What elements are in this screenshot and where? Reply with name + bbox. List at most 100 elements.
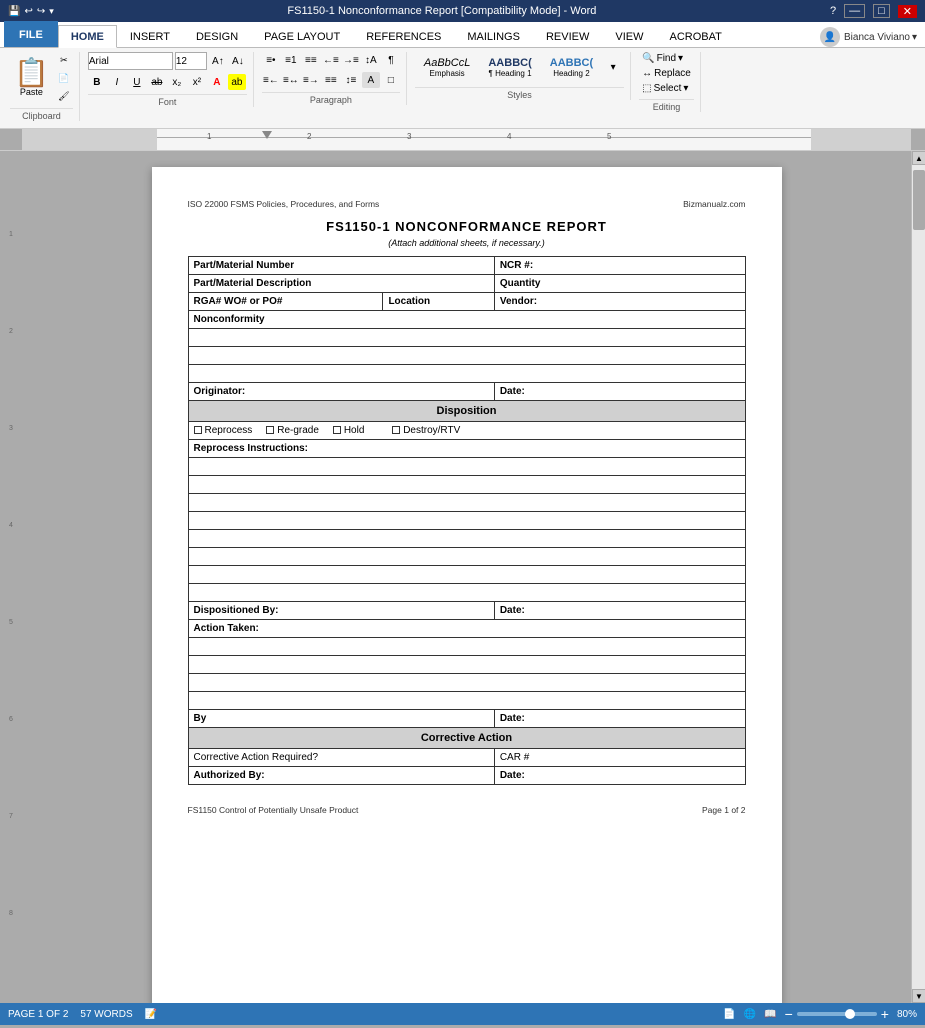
- redo-icon[interactable]: ↪: [37, 6, 45, 17]
- decrease-indent-button[interactable]: ←≡: [322, 52, 340, 68]
- view-print-icon[interactable]: 📄: [723, 1009, 735, 1020]
- table-row-corrective-header: Corrective Action: [188, 728, 745, 749]
- scroll-track[interactable]: [912, 165, 925, 989]
- shading-button[interactable]: A: [362, 72, 380, 88]
- footer-right: Page 1 of 2: [702, 805, 745, 815]
- editing-group: 🔍 Find ▾ ↔ Replace ⬚ Select ▾ Editing: [633, 52, 701, 112]
- tab-insert[interactable]: INSERT: [117, 25, 183, 47]
- format-painter-button[interactable]: 🖌: [55, 88, 73, 104]
- table-row: [188, 347, 745, 365]
- style-heading1-label: ¶ Heading 1: [489, 69, 532, 78]
- line-spacing-button[interactable]: ↕≡: [342, 72, 360, 88]
- proofing-icon[interactable]: 📝: [145, 1009, 157, 1020]
- save-icon[interactable]: 💾: [8, 6, 20, 17]
- zoom-control[interactable]: − + 80%: [785, 1006, 917, 1022]
- destroy-label: Destroy/RTV: [403, 425, 460, 436]
- justify-button[interactable]: ≡≡: [322, 72, 340, 88]
- ruler: 1 2 3 4 5: [0, 129, 925, 151]
- styles-more-button[interactable]: ▾: [604, 60, 622, 76]
- zoom-thumb[interactable]: [845, 1009, 855, 1019]
- paragraph-group: ≡• ≡1 ≡≡ ←≡ →≡ ↕A ¶ ≡← ≡↔ ≡→ ≡≡ ↕≡ A □: [256, 52, 407, 105]
- user-dropdown-icon[interactable]: ▾: [912, 32, 917, 43]
- replace-label: Replace: [654, 68, 691, 79]
- view-web-icon[interactable]: 🌐: [744, 1009, 756, 1020]
- align-right-button[interactable]: ≡→: [302, 72, 320, 88]
- scroll-up-button[interactable]: ▲: [912, 151, 925, 165]
- tab-review[interactable]: REVIEW: [533, 25, 602, 47]
- left-margin: 1 2 3 4 5 6 7 8: [0, 151, 22, 1003]
- view-read-icon[interactable]: 📖: [764, 1009, 776, 1020]
- disp-date-label: Date:: [494, 602, 745, 620]
- style-heading1[interactable]: AABBC( ¶ Heading 1: [481, 54, 538, 81]
- table-row: [188, 638, 745, 656]
- find-button[interactable]: 🔍 Find ▾: [639, 52, 694, 65]
- page-info: PAGE 1 OF 2: [8, 1009, 68, 1020]
- disposition-header: Disposition: [188, 401, 745, 422]
- close-button[interactable]: ✕: [898, 5, 917, 18]
- word-count: 57 WORDS: [80, 1009, 132, 1020]
- zoom-in-button[interactable]: +: [881, 1006, 889, 1022]
- increase-font-button[interactable]: A↑: [209, 53, 227, 69]
- ribbon: FILE HOME INSERT DESIGN PAGE LAYOUT REFE…: [0, 22, 925, 129]
- table-row: [188, 584, 745, 602]
- undo-icon[interactable]: ↩: [24, 6, 32, 17]
- decrease-font-button[interactable]: A↓: [229, 53, 247, 69]
- tab-references[interactable]: REFERENCES: [353, 25, 454, 47]
- tab-design[interactable]: DESIGN: [183, 25, 251, 47]
- italic-button[interactable]: I: [108, 74, 126, 90]
- tab-home[interactable]: HOME: [58, 25, 117, 48]
- superscript-button[interactable]: x²: [188, 74, 206, 90]
- ribbon-tabs: FILE HOME INSERT DESIGN PAGE LAYOUT REFE…: [0, 22, 925, 48]
- style-heading2[interactable]: AABBC( Heading 2: [543, 54, 600, 81]
- maximize-button[interactable]: □: [873, 4, 890, 18]
- table-row: [188, 365, 745, 383]
- show-marks-button[interactable]: ¶: [382, 52, 400, 68]
- align-center-button[interactable]: ≡↔: [282, 72, 300, 88]
- highlight-button[interactable]: ab: [228, 74, 246, 90]
- increase-indent-button[interactable]: →≡: [342, 52, 360, 68]
- cut-button[interactable]: ✂: [55, 52, 73, 68]
- tab-file[interactable]: FILE: [4, 21, 58, 47]
- reprocess-label: Reprocess: [205, 425, 253, 436]
- sort-button[interactable]: ↕A: [362, 52, 380, 68]
- copy-button[interactable]: 📄: [55, 70, 73, 86]
- style-heading2-sample: AABBC(: [550, 57, 593, 69]
- scroll-thumb[interactable]: [913, 170, 925, 230]
- doc-footer: FS1150 Control of Potentially Unsafe Pro…: [188, 805, 746, 815]
- align-left-button[interactable]: ≡←: [262, 72, 280, 88]
- zoom-slider[interactable]: [797, 1012, 877, 1016]
- title-bar: 💾 ↩ ↪ ▾ FS1150-1 Nonconformance Report […: [0, 0, 925, 22]
- header-left: ISO 22000 FSMS Policies, Procedures, and…: [188, 199, 380, 209]
- font-color-button[interactable]: A: [208, 74, 226, 90]
- strikethrough-button[interactable]: ab: [148, 74, 166, 90]
- paste-button[interactable]: 📋 Paste: [10, 57, 53, 99]
- numbering-button[interactable]: ≡1: [282, 52, 300, 68]
- subscript-button[interactable]: x₂: [168, 74, 186, 90]
- font-name-input[interactable]: [88, 52, 173, 70]
- scroll-down-button[interactable]: ▼: [912, 989, 925, 1003]
- font-size-input[interactable]: [175, 52, 207, 70]
- border-button[interactable]: □: [382, 72, 400, 88]
- doc-header: ISO 22000 FSMS Policies, Procedures, and…: [188, 199, 746, 209]
- multilevel-list-button[interactable]: ≡≡: [302, 52, 320, 68]
- minimize-button[interactable]: —: [844, 4, 865, 18]
- scroll-area[interactable]: ISO 22000 FSMS Policies, Procedures, and…: [22, 151, 911, 1003]
- bullets-button[interactable]: ≡•: [262, 52, 280, 68]
- tab-mailings[interactable]: MAILINGS: [454, 25, 533, 47]
- select-button[interactable]: ⬚ Select ▾: [639, 82, 694, 95]
- tab-acrobat[interactable]: ACROBAT: [656, 25, 734, 47]
- zoom-out-button[interactable]: −: [785, 1006, 793, 1022]
- right-scrollbar[interactable]: ▲ ▼: [911, 151, 925, 1003]
- authorized-by-label: Authorized By:: [188, 767, 494, 785]
- tab-view[interactable]: VIEW: [602, 25, 656, 47]
- tab-page-layout[interactable]: PAGE LAYOUT: [251, 25, 353, 47]
- style-emphasis[interactable]: AaBbCcL Emphasis: [417, 54, 477, 81]
- help-button[interactable]: ?: [830, 5, 836, 17]
- underline-button[interactable]: U: [128, 74, 146, 90]
- ruler-inner: 1 2 3 4 5: [22, 129, 911, 150]
- nonconformity-label: Nonconformity: [188, 311, 745, 329]
- replace-button[interactable]: ↔ Replace: [639, 67, 694, 80]
- table-row: [188, 692, 745, 710]
- bold-button[interactable]: B: [88, 74, 106, 90]
- part-material-desc-label: Part/Material Description: [188, 275, 494, 293]
